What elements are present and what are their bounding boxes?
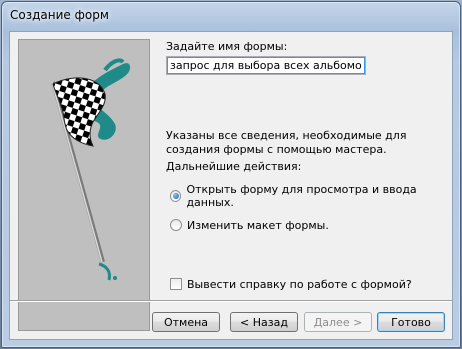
next-actions-label: Дальнейшие действия: — [166, 160, 302, 173]
form-name-label: Задайте имя формы: — [166, 40, 288, 53]
radio-edit-layout-label: Изменить макет формы. — [187, 218, 329, 232]
help-checkbox-row[interactable]: Вывести справку по работе с формой? — [170, 277, 412, 291]
radio-open-form-label: Открыть форму для просмотра и ввода данн… — [186, 183, 417, 209]
form-name-input[interactable] — [166, 56, 366, 75]
radio-button-checked[interactable] — [170, 190, 182, 202]
form-wizard-dialog: Создание форм Задайте имя формы: запрос … — [1, 1, 461, 348]
button-divider — [10, 300, 452, 302]
dialog-client-area: Задайте имя формы: Указаны все сведения,… — [9, 31, 453, 340]
info-text: Указаны все сведения, необходимые для со… — [166, 129, 407, 156]
window-title: Создание форм — [10, 8, 109, 22]
radio-edit-layout[interactable]: Изменить макет формы. — [170, 218, 329, 232]
cancel-button[interactable]: Отмена — [152, 312, 220, 332]
back-button[interactable]: < Назад — [230, 312, 298, 332]
radio-open-form[interactable]: Открыть форму для просмотра и ввода данн… — [170, 183, 452, 209]
title-bar[interactable]: Создание форм — [2, 2, 460, 32]
finish-button[interactable]: Готово — [377, 312, 445, 332]
help-checkbox-label: Вывести справку по работе с формой? — [187, 277, 412, 291]
wizard-image-panel — [18, 39, 150, 331]
radio-button[interactable] — [170, 219, 182, 231]
checkered-flag-icon — [51, 58, 131, 281]
next-button[interactable]: Далее > — [304, 312, 372, 332]
help-checkbox[interactable] — [170, 278, 182, 290]
